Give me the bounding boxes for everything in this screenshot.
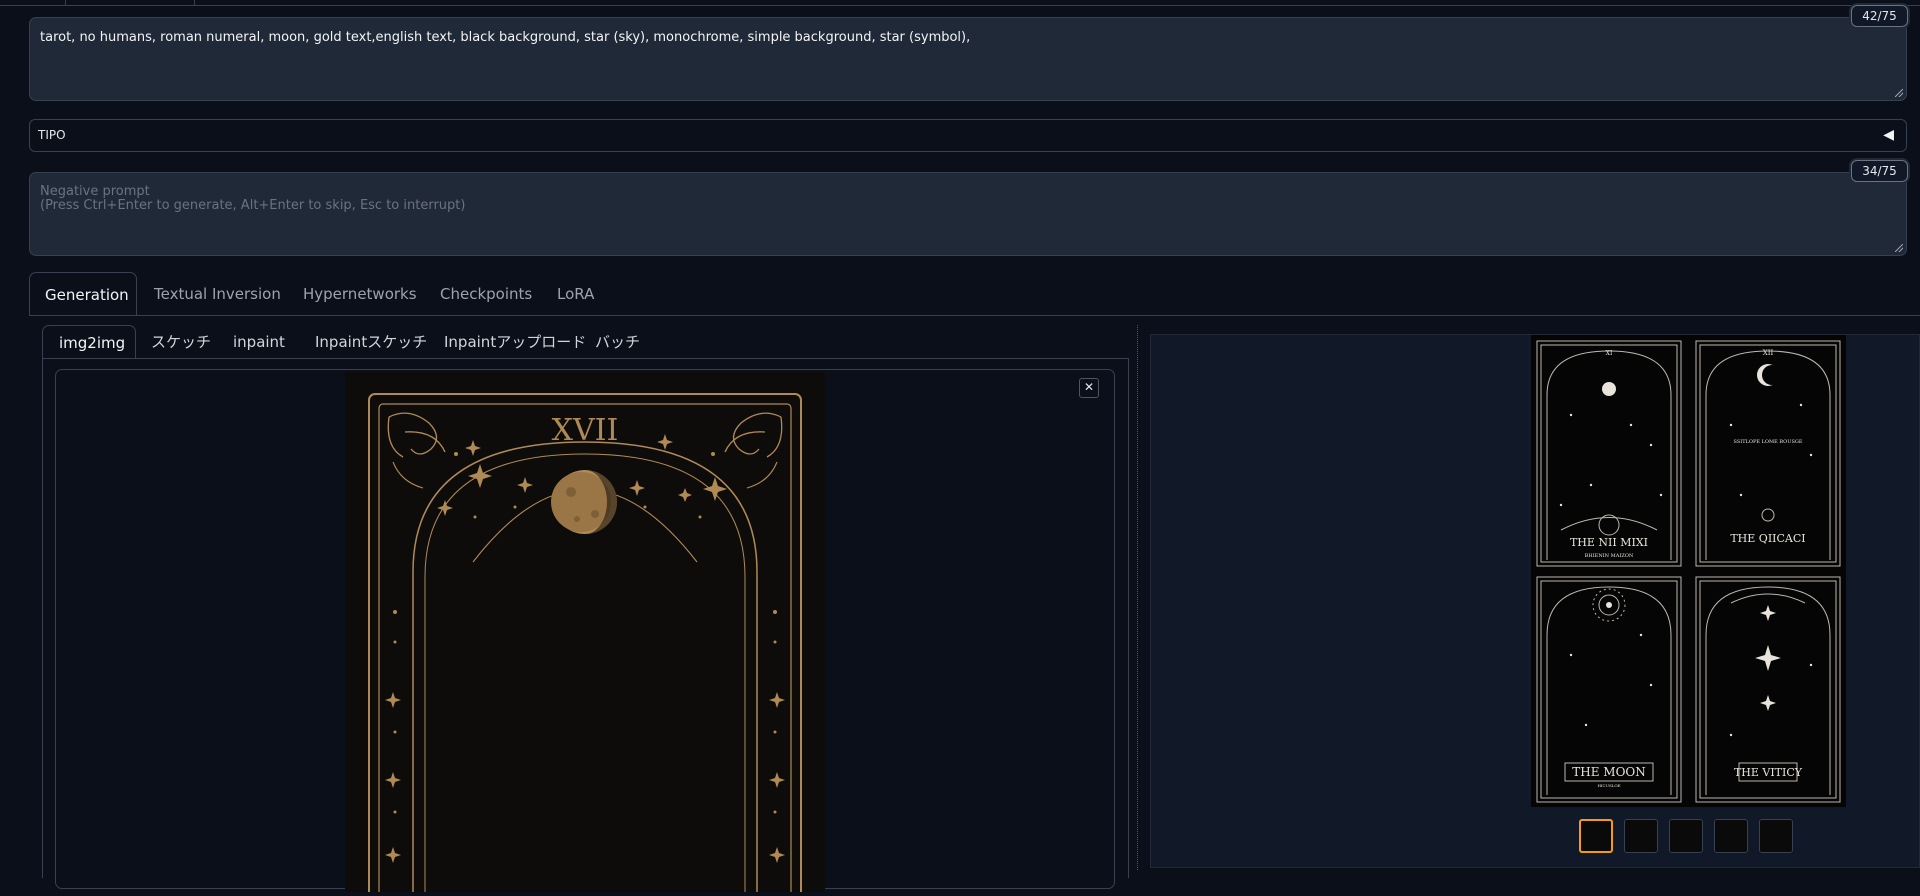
tab-checkpoints[interactable]: Checkpoints bbox=[440, 272, 532, 316]
thumbnail-5[interactable] bbox=[1759, 819, 1793, 853]
tabs-baseline bbox=[29, 315, 1920, 316]
tab-textual-inversion[interactable]: Textual Inversion bbox=[154, 272, 281, 316]
card-2-subtitle: SSITLOPE LOME BOUSGE bbox=[1733, 439, 1802, 445]
card-1-numeral: XI bbox=[1606, 350, 1613, 357]
clear-image-button[interactable]: ✕ bbox=[1079, 378, 1099, 398]
negative-prompt-placeholder: Negative prompt (Press Ctrl+Enter to gen… bbox=[40, 184, 466, 213]
tab-generation[interactable]: Generation bbox=[29, 272, 137, 316]
prompt-textarea[interactable]: tarot, no humans, roman numeral, moon, g… bbox=[29, 17, 1907, 101]
resize-grip-icon[interactable] bbox=[1895, 244, 1903, 252]
generated-grid-image[interactable]: XI XII THE NII MIXI BHIENIN MAIZON SSITL… bbox=[1531, 335, 1846, 807]
top-tab-selected[interactable] bbox=[65, 0, 195, 6]
negative-prompt-textarea[interactable]: Negative prompt (Press Ctrl+Enter to gen… bbox=[29, 172, 1907, 256]
prompt-token-counter: 42/75 bbox=[1851, 5, 1908, 27]
card-1-subtitle: BHIENIN MAIZON bbox=[1585, 553, 1634, 559]
subtab-inpaint[interactable]: inpaint bbox=[233, 325, 285, 359]
top-tab-line bbox=[0, 5, 1920, 6]
top-tab-strip bbox=[0, 0, 1920, 6]
source-tarot-card-image: XVII bbox=[345, 372, 825, 896]
subtab-sketch[interactable]: スケッチ bbox=[151, 325, 211, 359]
thumbnail-1[interactable] bbox=[1579, 819, 1613, 853]
resize-grip-icon[interactable] bbox=[1895, 89, 1903, 97]
subtab-inpaint-upload[interactable]: Inpaintアップロード bbox=[444, 325, 586, 359]
subtab-img2img[interactable]: img2img bbox=[42, 325, 136, 359]
negative-token-counter: 34/75 bbox=[1851, 160, 1908, 182]
thumbnail-2[interactable] bbox=[1624, 819, 1658, 853]
card-3-title: THE MOON bbox=[1572, 765, 1646, 779]
card-1-title: THE NII MIXI bbox=[1570, 536, 1648, 549]
close-icon: ✕ bbox=[1083, 380, 1095, 394]
card-2-numeral: XII bbox=[1763, 349, 1774, 357]
image-editor[interactable]: XVII ✕ bbox=[55, 369, 1115, 896]
card-4-title: THE VITICY bbox=[1734, 766, 1803, 779]
thumbnail-4[interactable] bbox=[1714, 819, 1748, 853]
prompt-text: tarot, no humans, roman numeral, moon, g… bbox=[40, 30, 971, 45]
output-gallery: XI XII THE NII MIXI BHIENIN MAIZON SSITL… bbox=[1150, 334, 1920, 868]
collapse-triangle-icon[interactable]: ◀ bbox=[1883, 127, 1894, 143]
card-2-title: THE QIICACI bbox=[1730, 532, 1805, 545]
tipo-title: TIPO bbox=[38, 128, 66, 142]
subtab-inpaint-sketch[interactable]: Inpaintスケッチ bbox=[315, 325, 427, 359]
card-numeral: XVII bbox=[552, 413, 619, 448]
tab-hypernetworks[interactable]: Hypernetworks bbox=[303, 272, 417, 316]
column-divider[interactable] bbox=[1137, 325, 1138, 870]
subtab-batch[interactable]: バッチ bbox=[595, 325, 640, 359]
tipo-accordion[interactable]: TIPO ◀ bbox=[29, 119, 1907, 152]
card-3-subtitle: HICUSLOE bbox=[1597, 783, 1620, 788]
tab-lora[interactable]: LoRA bbox=[557, 272, 594, 316]
thumbnail-3[interactable] bbox=[1669, 819, 1703, 853]
moon-illustration bbox=[551, 470, 617, 534]
